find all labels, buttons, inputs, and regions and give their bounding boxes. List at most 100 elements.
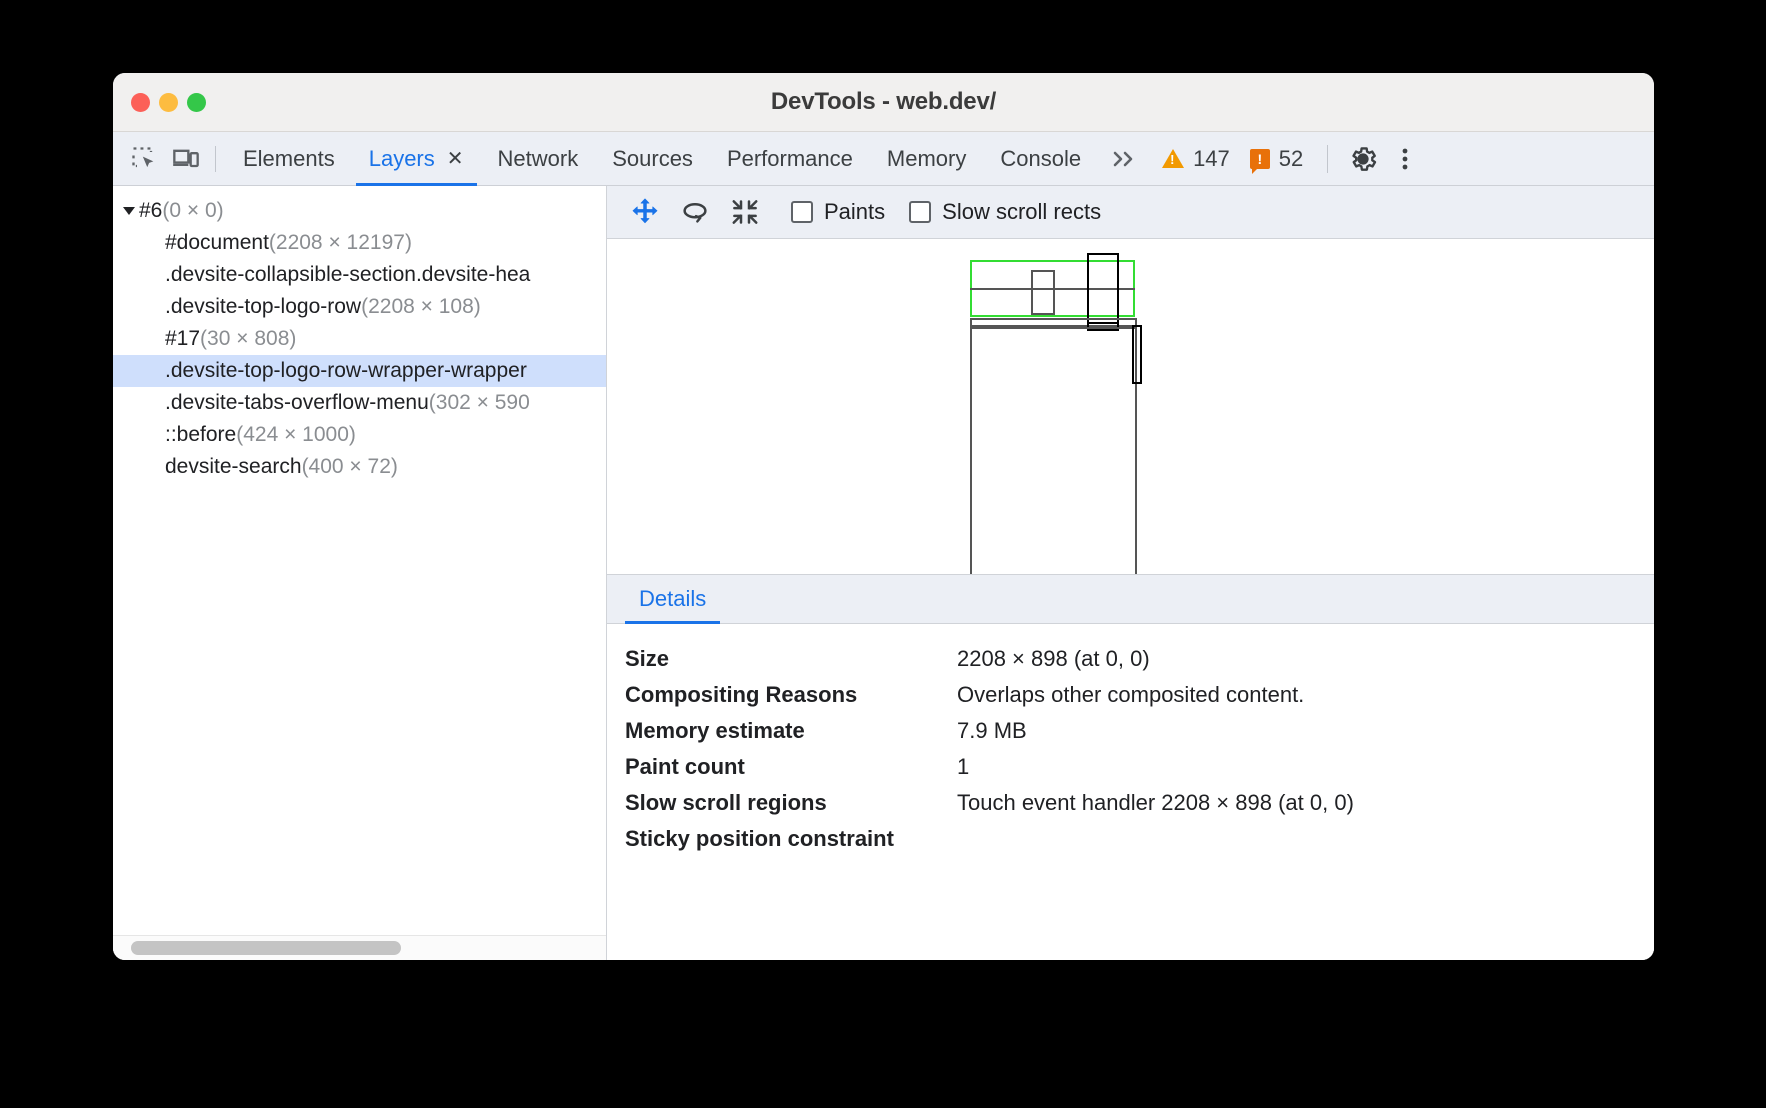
- layer-tree-item[interactable]: #document (2208 × 12197): [113, 227, 606, 259]
- error-count-badge[interactable]: 52: [1240, 146, 1313, 172]
- pan-move-icon[interactable]: [623, 192, 667, 232]
- layer-size: (2208 × 108): [361, 295, 481, 319]
- layer-tree-item[interactable]: .devsite-collapsible-section.devsite-hea: [113, 259, 606, 291]
- layer-size: (0 × 0): [162, 199, 223, 223]
- details-label: Size: [625, 646, 957, 672]
- details-row: Paint count 1: [625, 749, 1654, 785]
- layer-name: #document: [165, 231, 269, 255]
- layer-rect-side-strip[interactable]: [1132, 325, 1142, 384]
- layer-size: (302 × 590: [429, 391, 530, 415]
- layer-name: .devsite-top-logo-row: [165, 295, 361, 319]
- devtools-window: DevTools - web.dev/ Elements Layers ✕: [113, 73, 1654, 960]
- layer-tree-list[interactable]: #6 (0 × 0) #document (2208 × 12197) .dev…: [113, 186, 606, 912]
- details-value: Overlaps other composited content.: [957, 682, 1304, 708]
- device-toolbar-icon[interactable]: [165, 138, 207, 180]
- layer-size: (2208 × 12197): [269, 231, 412, 255]
- details-value: Touch event handler 2208 × 898 (at 0, 0): [957, 790, 1354, 816]
- details-label: Sticky position constraint: [625, 826, 957, 852]
- layer-rect-overflow-menu[interactable]: [1087, 253, 1119, 328]
- details-row: Slow scroll regions Touch event handler …: [625, 785, 1654, 821]
- details-tab-label: Details: [639, 586, 706, 612]
- layer-name: #6: [139, 199, 162, 223]
- warning-triangle-icon: [1162, 149, 1184, 168]
- layers-view-toolbar: Paints Slow scroll rects: [607, 186, 1654, 239]
- paints-checkbox[interactable]: Paints: [791, 199, 885, 225]
- details-row: Compositing Reasons Overlaps other compo…: [625, 677, 1654, 713]
- layer-name: .devsite-collapsible-section.devsite-hea: [165, 263, 530, 287]
- tab-sources[interactable]: Sources: [595, 132, 710, 186]
- details-value: 2208 × 898 (at 0, 0): [957, 646, 1150, 672]
- details-pane: Details Size 2208 × 898 (at 0, 0) Compos…: [607, 574, 1654, 960]
- close-icon[interactable]: ✕: [447, 149, 464, 169]
- layer-name: .devsite-tabs-overflow-menu: [165, 391, 429, 415]
- layer-name: .devsite-top-logo-row-wrapper-wrapper: [165, 359, 527, 383]
- layer-size: (30 × 808): [200, 327, 296, 351]
- chevron-down-icon[interactable]: [123, 207, 135, 215]
- tab-label: Performance: [727, 146, 853, 172]
- details-table: Size 2208 × 898 (at 0, 0) Compositing Re…: [607, 624, 1654, 857]
- details-value: 7.9 MB: [957, 718, 1027, 744]
- layer-tree-item[interactable]: ::before (424 × 1000): [113, 419, 606, 451]
- layer-name: devsite-search: [165, 455, 302, 479]
- details-row: Sticky position constraint: [625, 821, 1654, 857]
- tab-layers[interactable]: Layers ✕: [352, 132, 481, 186]
- toolbar-divider-right: [1327, 145, 1328, 173]
- gear-icon[interactable]: [1342, 138, 1384, 180]
- details-label: Slow scroll regions: [625, 790, 957, 816]
- toolbar-divider: [215, 146, 216, 172]
- tab-label: Sources: [612, 146, 693, 172]
- tab-network[interactable]: Network: [481, 132, 596, 186]
- tab-memory[interactable]: Memory: [870, 132, 983, 186]
- scrollbar-thumb[interactable]: [131, 941, 401, 955]
- close-window-button[interactable]: [131, 93, 150, 112]
- tab-label: Layers: [369, 146, 435, 172]
- layer-name: #17: [165, 327, 200, 351]
- more-vertical-icon[interactable]: [1384, 138, 1426, 180]
- details-value: 1: [957, 754, 969, 780]
- details-label: Compositing Reasons: [625, 682, 957, 708]
- layer-tree-item[interactable]: #17 (30 × 808): [113, 323, 606, 355]
- layer-rect-search[interactable]: [1031, 270, 1055, 315]
- slow-scroll-rects-checkbox[interactable]: Slow scroll rects: [909, 199, 1101, 225]
- layer-tree-root-row[interactable]: #6 (0 × 0): [113, 195, 606, 227]
- layer-tree-item[interactable]: devsite-search (400 × 72): [113, 451, 606, 483]
- minimize-window-button[interactable]: [159, 93, 178, 112]
- tab-label: Memory: [887, 146, 966, 172]
- layer-size: (400 × 72): [302, 455, 398, 479]
- tab-performance[interactable]: Performance: [710, 132, 870, 186]
- tab-console[interactable]: Console: [983, 132, 1098, 186]
- inspect-element-icon[interactable]: [123, 138, 165, 180]
- checkbox-label: Paints: [824, 199, 885, 225]
- window-title: DevTools - web.dev/: [113, 88, 1654, 116]
- layers-view-panel: Paints Slow scroll rects: [607, 186, 1654, 960]
- details-row: Memory estimate 7.9 MB: [625, 713, 1654, 749]
- layer-tree-item[interactable]: .devsite-tabs-overflow-menu (302 × 590: [113, 387, 606, 419]
- layer-tree-item[interactable]: .devsite-top-logo-row (2208 × 108): [113, 291, 606, 323]
- tab-label: Elements: [243, 146, 335, 172]
- tab-label: Console: [1000, 146, 1081, 172]
- maximize-window-button[interactable]: [187, 93, 206, 112]
- tab-elements[interactable]: Elements: [226, 132, 352, 186]
- warning-count-badge[interactable]: 147: [1152, 146, 1240, 172]
- tab-details[interactable]: Details: [625, 575, 720, 624]
- error-square-icon: [1250, 149, 1270, 169]
- window-controls: [131, 73, 206, 131]
- details-label: Paint count: [625, 754, 957, 780]
- layer-tree-item-selected[interactable]: .devsite-top-logo-row-wrapper-wrapper: [113, 355, 606, 387]
- checkbox-box[interactable]: [791, 201, 813, 223]
- more-tabs-icon[interactable]: [1098, 147, 1152, 171]
- devtools-tabbar: Elements Layers ✕ Network Sources Perfor…: [113, 132, 1654, 186]
- warning-count-label: 147: [1193, 146, 1230, 172]
- error-count-label: 52: [1279, 146, 1303, 172]
- rotate-icon[interactable]: [673, 192, 717, 232]
- details-row: Size 2208 × 898 (at 0, 0): [625, 641, 1654, 677]
- layer-size: (424 × 1000): [236, 423, 356, 447]
- horizontal-scrollbar[interactable]: [113, 935, 606, 960]
- layer-rect-document[interactable]: [970, 327, 1137, 574]
- details-tabbar: Details: [607, 575, 1654, 624]
- layers-3d-canvas[interactable]: [607, 239, 1654, 574]
- checkbox-box[interactable]: [909, 201, 931, 223]
- panel-tabs: Elements Layers ✕ Network Sources Perfor…: [226, 132, 1098, 186]
- reset-view-icon[interactable]: [723, 192, 767, 232]
- devtools-body: #6 (0 × 0) #document (2208 × 12197) .dev…: [113, 186, 1654, 960]
